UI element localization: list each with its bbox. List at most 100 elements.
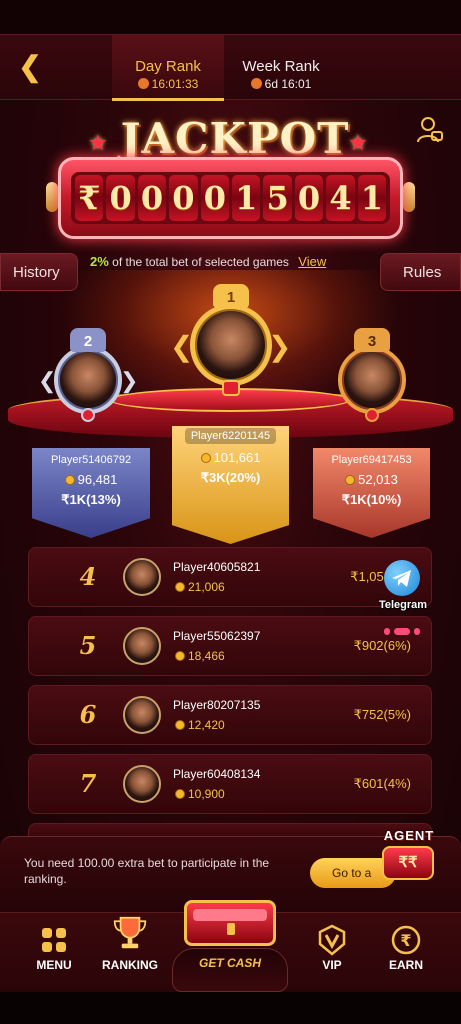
telegram-label: Telegram (378, 599, 428, 611)
tab-label: Week Rank (242, 58, 320, 75)
player-reward: ₹902(6%) (353, 638, 411, 653)
nav-label: EARN (388, 958, 423, 972)
tab-week-rank[interactable]: Week Rank 6d 16:01 (226, 35, 336, 101)
coin-icon (175, 651, 185, 661)
chest-lock (227, 923, 235, 935)
counter-knob (403, 182, 415, 212)
coin-icon (175, 582, 185, 592)
back-icon[interactable]: ❮ (14, 51, 46, 83)
user-switch-icon[interactable] (416, 116, 444, 144)
nav-ranking[interactable]: RANKING (94, 913, 166, 993)
player-coins: 10,900 (175, 787, 225, 801)
agent-icon: ₹₹ (382, 846, 434, 880)
coin-icon (345, 475, 356, 485)
nav-label: RANKING (102, 958, 158, 972)
status-strip (0, 0, 461, 34)
player-name: Player80207135 (173, 698, 261, 712)
avatar (197, 311, 265, 379)
clock-icon (137, 78, 149, 89)
row-rank: 5 (79, 631, 97, 660)
avatar-rank-3[interactable]: 3 (324, 328, 420, 426)
get-cash-base (172, 948, 288, 992)
jackpot-digit: 5 (263, 175, 292, 221)
pager-dot-active (394, 628, 410, 635)
player-coins: 12,420 (175, 718, 225, 732)
nav-menu[interactable]: MENU (18, 913, 90, 993)
row-rank: 6 (79, 700, 97, 729)
avatar-rank-2[interactable]: ❮ ❯ 2 (38, 328, 139, 426)
view-link[interactable]: View (298, 254, 326, 269)
ranking-row[interactable]: 7 Player60408134 10,900 ₹601(4%) (28, 754, 432, 814)
header: ❮ Day Rank 16:01:33 Week Rank 6d 16:01 (0, 34, 461, 101)
player-name: Player62201145 (172, 428, 289, 444)
jackpot-digit: 0 (200, 175, 230, 221)
jackpot-digit: 0 (137, 175, 167, 221)
row-rank: 7 (79, 769, 97, 798)
wing-icon: ❯ (120, 368, 139, 393)
jackpot-counter: ₹ 0 0 0 0 1 5 0 4 1 (58, 157, 403, 239)
gem-icon (81, 408, 95, 422)
ranking-row[interactable]: 4 Player40605821 21,006 ₹1,052 (28, 547, 432, 607)
counter-knob (46, 182, 58, 212)
notice-text: You need 100.00 extra bet to participate… (24, 856, 270, 886)
tab-time: 6d 16:01 (226, 77, 336, 91)
player-name: Player51406792 (50, 454, 132, 466)
jackpot-digit: 4 (326, 175, 355, 221)
avatar (123, 765, 161, 803)
player-coins: 96,481 (32, 472, 150, 487)
ranking-row[interactable]: 5 Player55062397 18,466 ₹902(6%) (28, 616, 432, 676)
top3-card-rank-1[interactable]: Player62201145 101,661 ₹3K(20%) (172, 426, 289, 544)
player-coins: 21,006 (175, 580, 225, 594)
tab-day-rank[interactable]: Day Rank 16:01:33 (112, 35, 224, 101)
pager-dots (384, 628, 420, 636)
jackpot-digit: 1 (232, 175, 261, 221)
telegram-icon (384, 560, 420, 596)
nav-label: GET CASH (198, 956, 261, 970)
nav-earn[interactable]: ₹ EARN (370, 913, 442, 993)
currency-digit: ₹ (75, 175, 104, 221)
player-name: Player69417453 (331, 454, 412, 466)
crown-icon: 1 (213, 284, 249, 308)
avatar (344, 352, 400, 408)
jackpot-digit: 1 (357, 175, 387, 221)
ranking-row[interactable]: 6 Player80207135 12,420 ₹752(5%) (28, 685, 432, 745)
trophy-icon (113, 916, 147, 949)
treasure-chest-icon (184, 900, 276, 946)
top3-card-rank-2[interactable]: Player51406792 96,481 ₹1K(13%) (32, 448, 150, 538)
avatar-rank-1[interactable]: ❮ ❯ 1 (170, 284, 291, 400)
top3-card-rank-3[interactable]: Player69417453 52,013 ₹1K(10%) (313, 448, 430, 538)
player-coins: 101,661 (172, 450, 289, 465)
player-reward: ₹752(5%) (353, 707, 411, 722)
rupee-icon: ₹ (391, 925, 421, 955)
jackpot-digit: 0 (169, 175, 198, 221)
avatar (123, 696, 161, 734)
grid-icon (42, 928, 66, 952)
coin-icon (175, 789, 185, 799)
system-nav-bar (0, 992, 461, 1024)
jackpot-digit: 0 (106, 175, 135, 221)
agent-button[interactable]: AGENT ₹₹ (376, 828, 442, 884)
svg-text:₹: ₹ (400, 931, 411, 950)
crown-icon: 2 (70, 328, 106, 352)
description-text: of the total bet of selected games (112, 255, 289, 269)
player-name: Player40605821 (173, 560, 261, 574)
player-name: Player55062397 (173, 629, 261, 643)
crown-icon: 3 (354, 328, 390, 352)
coin-icon (64, 475, 75, 485)
agent-label: AGENT (383, 828, 435, 843)
telegram-button[interactable]: Telegram (374, 560, 430, 616)
avatar (123, 627, 161, 665)
chest-lid (193, 909, 267, 921)
pager-dot (414, 628, 420, 635)
coin-icon (175, 720, 185, 730)
player-reward: ₹1K(13%) (61, 492, 121, 507)
ranking-screen: ❮ Day Rank 16:01:33 Week Rank 6d 16:01 ★… (0, 0, 461, 1024)
vip-icon (318, 924, 346, 956)
nav-vip[interactable]: VIP (296, 913, 368, 993)
tab-time: 16:01:33 (112, 77, 224, 91)
nav-get-cash[interactable]: GET CASH (172, 900, 288, 992)
tab-label: Day Rank (135, 58, 201, 75)
player-coins: 18,466 (175, 649, 225, 663)
clock-icon (250, 78, 262, 89)
jackpot-description: 2% of the total bet of selected games Vi… (90, 254, 380, 269)
